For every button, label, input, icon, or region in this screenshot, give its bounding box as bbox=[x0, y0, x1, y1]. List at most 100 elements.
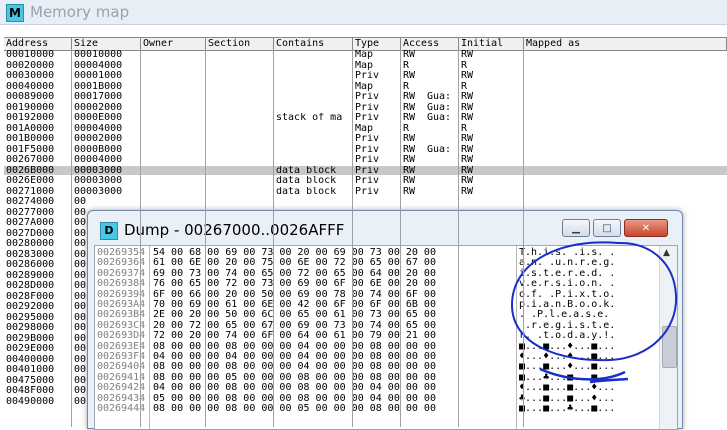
cell-size: 00003000 bbox=[74, 165, 123, 175]
cell-type: Priv bbox=[355, 155, 380, 164]
dump-window[interactable]: D Dump - 00267000..0026AFFF ▁ □ ✕ ▲ 0026… bbox=[87, 210, 683, 430]
cell-contains: data block bbox=[276, 165, 337, 175]
cell-contains: data block bbox=[276, 176, 337, 185]
memory-map-row[interactable]: 00274000 00 bbox=[4, 197, 727, 206]
memory-map-icon: M bbox=[6, 4, 24, 22]
dump-row[interactable]: 00269444 08 00 00 00 08 00 00 00 05 00 00… bbox=[95, 404, 657, 414]
column-header-mapped-as[interactable]: Mapped as bbox=[524, 38, 727, 50]
cell-address: 0027A000 bbox=[6, 218, 55, 227]
cell-access: RW bbox=[403, 176, 416, 185]
cell-access: RW bbox=[403, 102, 416, 112]
cell-access: RW bbox=[403, 134, 416, 143]
cell-initial: RW bbox=[461, 92, 474, 101]
cell-address: 00490000 bbox=[6, 396, 55, 406]
cell-address: 001F5000 bbox=[6, 144, 55, 154]
cell-size: 00001000 bbox=[74, 71, 123, 80]
dump-row[interactable]: 00269364 61 00 6E 00 20 00 75 00 6E 00 72… bbox=[95, 258, 657, 268]
cell-guard: Gua: bbox=[427, 102, 452, 112]
cell-address: 0026E000 bbox=[6, 176, 55, 185]
column-header-type[interactable]: Type bbox=[353, 38, 401, 50]
cell-size: 00004000 bbox=[74, 60, 123, 70]
dump-hex-bytes: 2E 00 20 00 50 00 6C 00 65 00 61 00 73 0… bbox=[153, 309, 436, 321]
column-header-address[interactable]: Address bbox=[4, 38, 72, 50]
memory-map-row[interactable]: 00040000 0001B000 Map R R bbox=[4, 82, 727, 91]
cell-address: 0048F000 bbox=[6, 386, 55, 395]
cell-guard: Gua: bbox=[427, 113, 452, 122]
dump-row[interactable]: 00269404 08 00 00 00 08 00 00 00 04 00 00… bbox=[95, 362, 657, 372]
memory-map-row[interactable]: 0026E000 00003000 data block Priv RW RW bbox=[4, 176, 727, 185]
column-header-access[interactable]: Access bbox=[401, 38, 459, 50]
minimize-button[interactable]: ▁ bbox=[562, 219, 590, 237]
close-button[interactable]: ✕ bbox=[624, 219, 668, 237]
cell-address: 0027D000 bbox=[6, 228, 55, 238]
cell-access: R bbox=[403, 81, 410, 91]
vertical-scrollbar[interactable]: ▲ bbox=[659, 246, 677, 429]
cell-type: Priv bbox=[355, 71, 380, 80]
cell-address: 00475000 bbox=[6, 375, 55, 385]
cell-address: 00298000 bbox=[6, 323, 55, 332]
dump-hex-bytes: 61 00 6E 00 20 00 75 00 6E 00 72 00 65 0… bbox=[153, 257, 436, 269]
memory-map-row[interactable]: 001B0000 00002000 Priv RW RW bbox=[4, 134, 727, 143]
dump-ascii: a.n. .u.n.r.e.g. bbox=[519, 257, 616, 269]
column-header-size[interactable]: Size bbox=[72, 38, 141, 50]
cell-address: 00289000 bbox=[6, 270, 55, 280]
dump-address: 002693B4 bbox=[97, 309, 146, 321]
cell-type: Priv bbox=[355, 186, 380, 196]
dump-address: 00269424 bbox=[97, 382, 146, 394]
cell-address: 00040000 bbox=[6, 81, 55, 91]
column-header-section[interactable]: Section bbox=[206, 38, 274, 50]
column-divider bbox=[71, 50, 72, 427]
dump-hex-bytes: 72 00 20 00 74 00 6F 00 64 00 61 00 79 0… bbox=[153, 330, 436, 342]
memory-map-row[interactable]: 0026B000 00003000 data block Priv RW RW bbox=[4, 165, 727, 175]
cell-access: RW bbox=[403, 113, 416, 122]
scroll-up-icon[interactable]: ▲ bbox=[663, 248, 670, 258]
memory-map-row[interactable]: 00190000 00002000 Priv RW Gua: RW bbox=[4, 103, 727, 112]
cell-access: RW bbox=[403, 186, 416, 196]
dump-icon: D bbox=[100, 222, 118, 240]
dump-row[interactable]: 002693D4 72 00 20 00 74 00 6F 00 64 00 61… bbox=[95, 331, 657, 341]
cell-address: 00089000 bbox=[6, 92, 55, 101]
memory-map-titlebar[interactable]: M Memory map bbox=[0, 0, 727, 25]
cell-address: 0029E000 bbox=[6, 344, 55, 353]
memory-map-row[interactable]: 00192000 0000E000 stack of ma Priv RW Gua: RW bbox=[4, 113, 727, 122]
cell-size: 00010000 bbox=[74, 50, 123, 59]
dump-address: 00269384 bbox=[97, 278, 146, 290]
memory-map-row[interactable]: 00089000 00017000 Priv RW Gua: RW bbox=[4, 92, 727, 101]
column-divider bbox=[400, 50, 401, 427]
cell-type: Priv bbox=[355, 144, 380, 154]
dump-row[interactable]: 00269424 04 00 00 00 08 00 00 00 08 00 00… bbox=[95, 383, 657, 393]
memory-map-row[interactable]: 00267000 00004000 Priv RW RW bbox=[4, 155, 727, 164]
cell-size: 0000B000 bbox=[74, 144, 123, 154]
cell-access: RW bbox=[403, 92, 416, 101]
cell-type: Priv bbox=[355, 102, 380, 112]
cell-size: 00002000 bbox=[74, 102, 123, 112]
cell-type: Map bbox=[355, 81, 374, 91]
dump-hex-bytes: 76 00 65 00 72 00 73 00 69 00 6F 00 6E 0… bbox=[153, 278, 436, 290]
column-header-contains[interactable]: Contains bbox=[274, 38, 353, 50]
column-divider bbox=[273, 50, 274, 427]
dump-address: 00269364 bbox=[97, 257, 146, 269]
cell-size: 00 bbox=[74, 197, 87, 206]
cell-size: 00004000 bbox=[74, 123, 123, 133]
memory-map-row[interactable]: 00010000 00010000 Map RW RW bbox=[4, 50, 727, 59]
cell-address: 00295000 bbox=[6, 312, 55, 322]
cell-address: 001A0000 bbox=[6, 123, 55, 133]
column-header-owner[interactable]: Owner bbox=[141, 38, 206, 50]
cell-initial: R bbox=[461, 123, 468, 133]
dump-address: 00269404 bbox=[97, 361, 146, 373]
cell-access: RW bbox=[403, 71, 416, 80]
maximize-button[interactable]: □ bbox=[593, 219, 621, 237]
memory-map-row[interactable]: 00030000 00001000 Priv RW RW bbox=[4, 71, 727, 80]
dump-row[interactable]: 002693B4 2E 00 20 00 50 00 6C 00 65 00 61… bbox=[95, 310, 657, 320]
memory-map-row[interactable]: 00020000 00004000 Map R R bbox=[4, 61, 727, 70]
dump-ascii: r. .t.o.d.a.y.!. bbox=[519, 330, 616, 342]
dump-row[interactable]: 00269384 76 00 65 00 72 00 73 00 69 00 6F… bbox=[95, 279, 657, 289]
memory-map-row[interactable]: 001F5000 0000B000 Priv RW Gua: RW bbox=[4, 145, 727, 154]
memory-map-row[interactable]: 001A0000 00004000 Map R R bbox=[4, 124, 727, 133]
dump-titlebar[interactable]: D Dump - 00267000..0026AFFF ▁ □ ✕ bbox=[88, 211, 682, 245]
cell-initial: RW bbox=[461, 102, 474, 112]
memory-map-row[interactable]: 00271000 00003000 data block Priv RW RW bbox=[4, 187, 727, 196]
scroll-thumb[interactable] bbox=[662, 326, 677, 368]
column-header-initial[interactable]: Initial bbox=[459, 38, 524, 50]
dump-hex-view[interactable]: ▲ 00269354 54 00 68 00 69 00 73 00 20 00 … bbox=[94, 245, 678, 430]
